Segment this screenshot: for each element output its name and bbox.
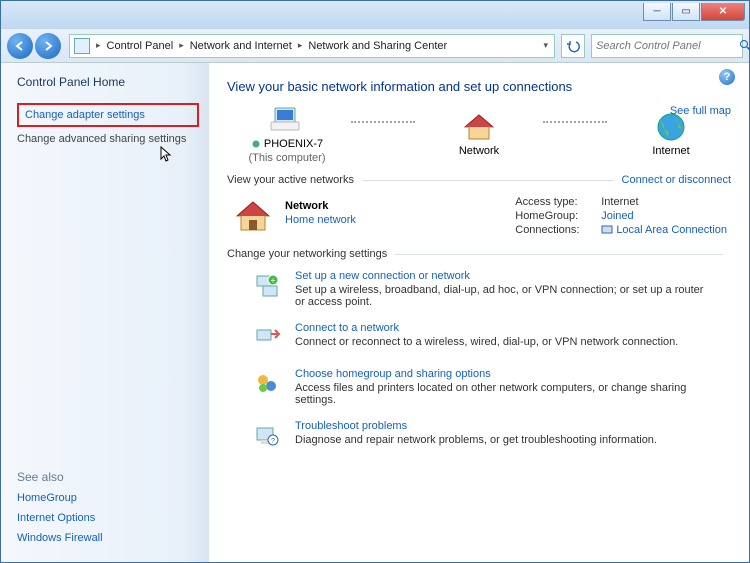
item-desc: Diagnose and repair network problems, or… bbox=[295, 434, 657, 446]
chevron-right-icon: ▸ bbox=[177, 40, 186, 51]
node-name: PHOENIX-7 bbox=[251, 138, 323, 150]
connect-network-item: Connect to a network Connect or reconnect… bbox=[251, 322, 731, 354]
node-label: Network bbox=[459, 145, 499, 157]
back-button[interactable] bbox=[7, 33, 33, 59]
chevron-down-icon[interactable]: ▾ bbox=[541, 40, 550, 51]
troubleshoot-icon: ? bbox=[251, 420, 283, 452]
setup-connection-link[interactable]: Set up a new connection or network bbox=[295, 270, 715, 282]
map-connector bbox=[351, 121, 415, 123]
sidebar: Control Panel Home Change adapter settin… bbox=[1, 63, 209, 562]
map-connector bbox=[543, 121, 607, 123]
access-type-value: Internet bbox=[601, 196, 638, 208]
breadcrumb-seg[interactable]: Network and Internet bbox=[186, 40, 296, 52]
troubleshoot-link[interactable]: Troubleshoot problems bbox=[295, 420, 657, 432]
active-network-block: Network Home network Access type: Interne… bbox=[231, 196, 727, 238]
this-computer-node[interactable]: PHOENIX-7 (This computer) bbox=[227, 104, 347, 164]
setup-connection-icon: + bbox=[251, 270, 283, 302]
access-type-label: Access type: bbox=[515, 196, 593, 208]
divider bbox=[395, 254, 723, 255]
maximize-button[interactable]: ▭ bbox=[672, 3, 700, 21]
internet-node[interactable]: Internet bbox=[611, 111, 731, 157]
active-networks-heading: View your active networks bbox=[227, 174, 354, 186]
settings-heading: Change your networking settings bbox=[227, 248, 387, 260]
homegroup-link[interactable]: Joined bbox=[601, 210, 633, 222]
page-heading: View your basic network information and … bbox=[227, 79, 731, 94]
homegroup-link[interactable]: HomeGroup bbox=[17, 492, 199, 504]
network-node[interactable]: Network bbox=[419, 111, 539, 157]
main-panel: ? View your basic network information an… bbox=[209, 63, 749, 562]
network-details: Access type: Internet HomeGroup: Joined Co… bbox=[515, 196, 727, 238]
close-button[interactable]: ✕ bbox=[701, 3, 745, 21]
see-full-map-link[interactable]: See full map bbox=[670, 105, 731, 117]
item-desc: Set up a wireless, broadband, dial-up, a… bbox=[295, 284, 715, 308]
troubleshoot-item: ? Troubleshoot problems Diagnose and repa… bbox=[251, 420, 731, 452]
connect-network-link[interactable]: Connect to a network bbox=[295, 322, 678, 334]
homegroup-icon bbox=[251, 368, 283, 400]
search-icon[interactable] bbox=[739, 39, 750, 52]
navigation-bar: ▸ Control Panel ▸ Network and Internet ▸… bbox=[1, 29, 749, 63]
homegroup-sharing-link[interactable]: Choose homegroup and sharing options bbox=[295, 368, 715, 380]
svg-text:?: ? bbox=[271, 438, 275, 445]
change-adapter-settings-link[interactable]: Change adapter settings bbox=[17, 103, 199, 127]
divider bbox=[362, 180, 614, 181]
settings-list: + Set up a new connection or network Set … bbox=[227, 270, 731, 452]
node-sublabel: (This computer) bbox=[248, 152, 325, 164]
item-desc: Connect or reconnect to a wireless, wire… bbox=[295, 336, 678, 348]
homegroup-sharing-item: Choose homegroup and sharing options Acce… bbox=[251, 368, 731, 406]
network-center-icon bbox=[74, 38, 90, 54]
address-bar[interactable]: ▸ Control Panel ▸ Network and Internet ▸… bbox=[69, 34, 555, 58]
setup-connection-item: + Set up a new connection or network Set … bbox=[251, 270, 731, 308]
house-icon bbox=[461, 111, 497, 143]
item-desc: Access files and printers located on oth… bbox=[295, 382, 715, 406]
svg-text:+: + bbox=[271, 276, 276, 285]
see-also-heading: See also bbox=[17, 470, 199, 484]
connections-label: Connections: bbox=[515, 224, 593, 236]
window-titlebar: ─ ▭ ✕ bbox=[1, 1, 749, 29]
search-box[interactable] bbox=[591, 34, 743, 58]
connection-link[interactable]: Local Area Connection bbox=[601, 224, 727, 236]
forward-button[interactable] bbox=[35, 33, 61, 59]
chevron-right-icon: ▸ bbox=[94, 40, 103, 51]
mouse-cursor-icon bbox=[160, 146, 174, 162]
network-type-link[interactable]: Home network bbox=[285, 214, 356, 226]
minimize-button[interactable]: ─ bbox=[643, 3, 671, 21]
node-label: Internet bbox=[652, 145, 689, 157]
node-label: PHOENIX-7 bbox=[251, 138, 323, 150]
connect-network-icon bbox=[251, 322, 283, 354]
refresh-button[interactable] bbox=[561, 34, 585, 58]
breadcrumb-seg[interactable]: Control Panel bbox=[103, 40, 178, 52]
network-home-icon bbox=[231, 196, 275, 236]
connect-disconnect-link[interactable]: Connect or disconnect bbox=[622, 174, 731, 186]
internet-options-link[interactable]: Internet Options bbox=[17, 512, 199, 524]
breadcrumb-seg[interactable]: Network and Sharing Center bbox=[304, 40, 451, 52]
homegroup-label: HomeGroup: bbox=[515, 210, 593, 222]
network-map: PHOENIX-7 (This computer) Network Intern… bbox=[227, 104, 731, 164]
network-name: Network bbox=[285, 200, 356, 212]
change-advanced-sharing-link[interactable]: Change advanced sharing settings bbox=[17, 133, 199, 145]
windows-firewall-link[interactable]: Windows Firewall bbox=[17, 532, 199, 544]
control-panel-home-link[interactable]: Control Panel Home bbox=[17, 75, 199, 89]
computer-icon bbox=[267, 104, 307, 136]
chevron-right-icon: ▸ bbox=[296, 40, 305, 51]
search-input[interactable] bbox=[596, 40, 739, 52]
help-icon[interactable]: ? bbox=[719, 69, 735, 85]
link-text: Change advanced sharing settings bbox=[17, 133, 186, 145]
